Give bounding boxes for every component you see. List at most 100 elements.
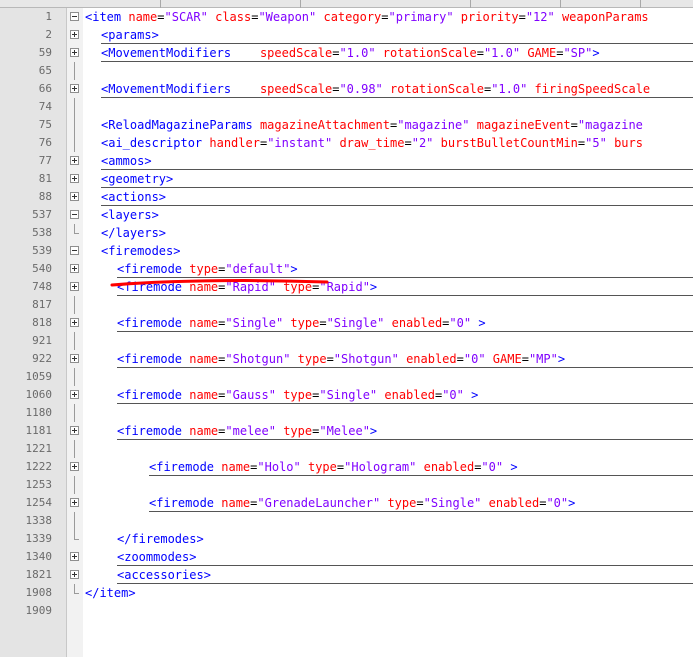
fold-collapse-icon[interactable] bbox=[70, 246, 79, 255]
code-text[interactable]: <params> bbox=[101, 26, 159, 44]
code-line[interactable]: 1181 <firemode name="melee" type="Melee"> bbox=[0, 422, 693, 440]
fold-expand-icon[interactable] bbox=[70, 174, 79, 183]
token-attr: class bbox=[215, 10, 252, 24]
fold-expand-icon[interactable] bbox=[70, 390, 79, 399]
code-text[interactable]: <actions> bbox=[101, 188, 166, 206]
code-line[interactable]: 66 <MovementModifiers speedScale="0.98" r… bbox=[0, 80, 693, 98]
code-line[interactable]: 540 <firemode type="default"> bbox=[0, 260, 693, 278]
fold-collapse-icon[interactable] bbox=[70, 210, 79, 219]
fold-expand-icon[interactable] bbox=[70, 264, 79, 273]
code-line[interactable]: 76 <ai_descriptor handler = "instant" draw_… bbox=[0, 134, 693, 152]
fold-expand-icon[interactable] bbox=[70, 282, 79, 291]
code-line[interactable]: 88 <actions> bbox=[0, 188, 693, 206]
code-text[interactable]: <firemode name="Shotgun" type="Shotgun" … bbox=[117, 350, 565, 368]
fold-expand-icon[interactable] bbox=[70, 84, 79, 93]
code-text[interactable]: <firemode name="melee" type="Melee"> bbox=[117, 422, 377, 440]
fold-expand-icon[interactable] bbox=[70, 30, 79, 39]
fold-collapse-icon[interactable] bbox=[70, 12, 79, 21]
code-line[interactable]: 59 <MovementModifiers speedScale="1.0" ro… bbox=[0, 44, 693, 62]
token-val: "SP" bbox=[563, 46, 593, 60]
code-text[interactable]: <geometry> bbox=[101, 170, 173, 188]
code-line[interactable]: 921 bbox=[0, 332, 693, 350]
token-attr: enabled bbox=[406, 352, 457, 366]
code-text[interactable]: <firemode type="default"> bbox=[117, 260, 298, 278]
code-text[interactable]: <zoommodes> bbox=[117, 548, 196, 566]
fold-end-icon bbox=[70, 584, 79, 602]
code-line[interactable]: 1222 <firemode name="Holo" type="Hologram… bbox=[0, 458, 693, 476]
code-line[interactable]: 922 <firemode name="Shotgun" type="Shotgu… bbox=[0, 350, 693, 368]
code-line[interactable]: 539 <firemodes> bbox=[0, 242, 693, 260]
code-line[interactable]: 537 <layers> bbox=[0, 206, 693, 224]
code-line[interactable]: 538 </layers> bbox=[0, 224, 693, 242]
fold-line-icon bbox=[70, 440, 79, 458]
code-text[interactable]: <firemode name="Single" type="Single" en… bbox=[117, 314, 486, 332]
code-line[interactable]: 1060 <firemode name="Gauss" type="Single"… bbox=[0, 386, 693, 404]
token-tag bbox=[384, 316, 391, 330]
code-line[interactable]: 65 bbox=[0, 62, 693, 80]
code-line[interactable]: 1909 bbox=[0, 602, 693, 620]
fold-expand-icon[interactable] bbox=[70, 354, 79, 363]
fold-expand-icon[interactable] bbox=[70, 192, 79, 201]
code-text[interactable]: <MovementModifiers speedScale="1.0" rota… bbox=[101, 44, 600, 62]
code-text[interactable]: <firemode name="Rapid" type="Rapid"> bbox=[117, 278, 377, 296]
fold-expand-icon[interactable] bbox=[70, 552, 79, 561]
code-text[interactable]: <layers> bbox=[101, 206, 159, 224]
code-line[interactable]: 81 <geometry> bbox=[0, 170, 693, 188]
code-line[interactable]: 1 <item name="SCAR" class="Weapon" catego… bbox=[0, 8, 693, 26]
token-attr: magazineEvent bbox=[476, 118, 571, 132]
token-attr: type bbox=[290, 316, 320, 330]
code-line[interactable]: 1180 bbox=[0, 404, 693, 422]
code-text[interactable]: <item name="SCAR" class="Weapon" categor… bbox=[85, 8, 649, 26]
code-text[interactable]: <ammos> bbox=[101, 152, 152, 170]
code-text[interactable]: </item> bbox=[85, 584, 136, 602]
code-line[interactable]: 77 <ammos> bbox=[0, 152, 693, 170]
code-line[interactable]: 818 <firemode name="Single" type="Single"… bbox=[0, 314, 693, 332]
token-val: "Shotgun" bbox=[333, 352, 399, 366]
code-text[interactable]: <firemodes> bbox=[101, 242, 180, 260]
fold-expand-icon[interactable] bbox=[70, 318, 79, 327]
code-text[interactable]: </firemodes> bbox=[117, 530, 204, 548]
code-text[interactable]: <accessories> bbox=[117, 566, 211, 584]
code-text[interactable]: </layers> bbox=[101, 224, 166, 242]
fold-expand-icon[interactable] bbox=[70, 498, 79, 507]
code-line[interactable]: 1340 <zoommodes> bbox=[0, 548, 693, 566]
token-val: "Rapid" bbox=[319, 280, 370, 294]
fold-expand-icon[interactable] bbox=[70, 156, 79, 165]
code-text[interactable]: <firemode name="GrenadeLauncher" type="S… bbox=[149, 494, 575, 512]
code-line[interactable]: 1221 bbox=[0, 440, 693, 458]
fold-expand-icon[interactable] bbox=[70, 48, 79, 57]
token-tag bbox=[416, 460, 423, 474]
token-tag bbox=[433, 136, 440, 150]
line-number: 1340 bbox=[25, 550, 53, 563]
code-line[interactable]: 75 <ReloadMagazineParams magazineAttachme… bbox=[0, 116, 693, 134]
code-editor[interactable]: 1 <item name="SCAR" class="Weapon" catego… bbox=[0, 8, 693, 657]
code-line[interactable]: 1254 <firemode name = "GrenadeLauncher" typ… bbox=[0, 494, 693, 512]
code-text[interactable]: <MovementModifiers speedScale="0.98" rot… bbox=[101, 80, 650, 98]
code-line[interactable]: 2 <params> bbox=[0, 26, 693, 44]
code-text[interactable]: <firemode name="Holo" type="Hologram" en… bbox=[149, 458, 518, 476]
code-text[interactable]: <firemode name="Gauss" type="Single" ena… bbox=[117, 386, 478, 404]
token-val: "MP" bbox=[528, 352, 558, 366]
fold-expand-icon[interactable] bbox=[70, 426, 79, 435]
token-tag bbox=[376, 46, 383, 60]
code-line[interactable]: 1253 bbox=[0, 476, 693, 494]
fold-expand-icon[interactable] bbox=[70, 570, 79, 579]
code-line[interactable]: 748 <firemode name="Rapid" type="Rapid"> bbox=[0, 278, 693, 296]
code-line[interactable]: 817 bbox=[0, 296, 693, 314]
fold-line-icon bbox=[70, 476, 79, 494]
token-val: "Single" bbox=[225, 316, 284, 330]
token-val: "Hologram" bbox=[344, 460, 417, 474]
token-tag bbox=[607, 136, 614, 150]
token-attr: name bbox=[128, 10, 158, 24]
code-line[interactable]: 1338 bbox=[0, 512, 693, 530]
line-number: 1 bbox=[45, 10, 52, 23]
code-text[interactable]: <ReloadMagazineParams magazineAttachment… bbox=[101, 116, 643, 134]
code-text[interactable]: <ai_descriptor handler = "instant" draw_ti… bbox=[101, 134, 643, 152]
fold-expand-icon[interactable] bbox=[70, 462, 79, 471]
code-line[interactable]: 74 bbox=[0, 98, 693, 116]
token-tag: > bbox=[290, 262, 298, 276]
code-line[interactable]: 1908 </item> bbox=[0, 584, 693, 602]
code-line[interactable]: 1339 </firemodes> bbox=[0, 530, 693, 548]
code-line[interactable]: 1821 <accessories> bbox=[0, 566, 693, 584]
code-line[interactable]: 1059 bbox=[0, 368, 693, 386]
